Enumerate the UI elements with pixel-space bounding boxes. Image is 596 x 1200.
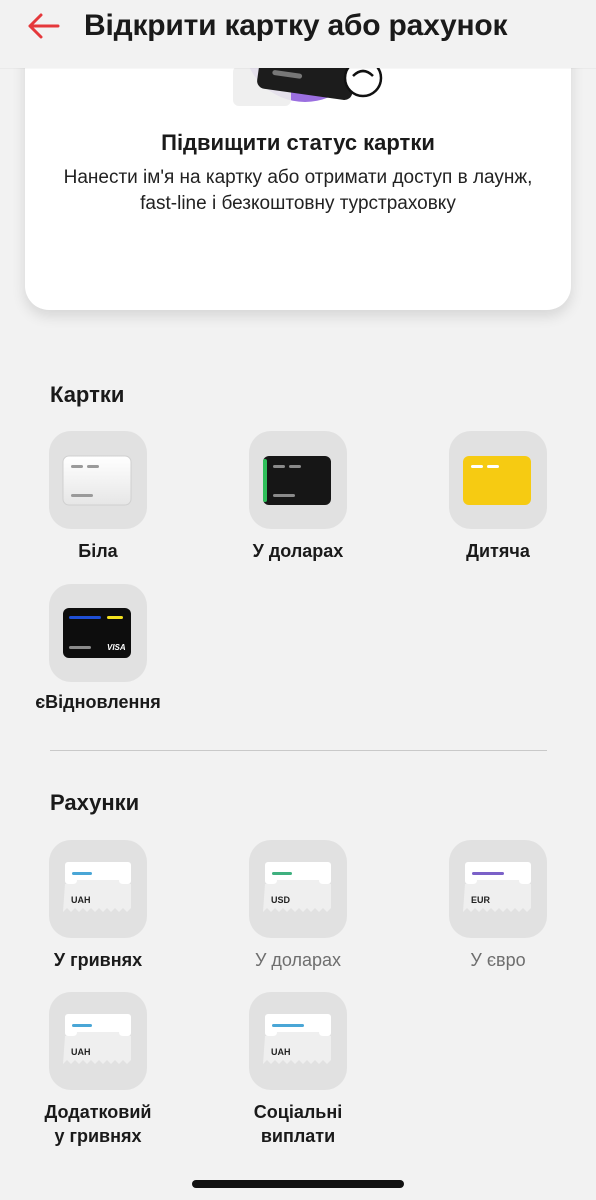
- account-option-label: У доларах: [254, 950, 342, 970]
- account-option-additional-uah[interactable]: UAH Додатковий у гривнях: [18, 992, 178, 1150]
- yellow-card-icon: [449, 431, 547, 529]
- account-option-label: У євро: [470, 950, 526, 970]
- account-option-label-line1: Додатковий: [44, 1102, 152, 1122]
- account-option-label-line2: виплати: [260, 1126, 336, 1146]
- section-divider: [50, 750, 547, 751]
- white-card-icon: [49, 431, 147, 529]
- card-option-kids[interactable]: Дитяча: [418, 431, 578, 565]
- page-title: Відкрити картку або рахунок: [84, 9, 508, 42]
- svg-text:UAH: UAH: [271, 1047, 291, 1057]
- card-option-label: Біла: [78, 541, 118, 561]
- arrow-left-icon: [28, 13, 60, 39]
- account-option-label: Додатковий у гривнях: [18, 1100, 178, 1148]
- account-receipt-icon: UAH: [49, 992, 147, 1090]
- account-option-label: У гривнях: [53, 950, 143, 970]
- account-option-label: Соціальні виплати: [218, 1100, 378, 1148]
- cards-section-title: Картки: [50, 382, 125, 407]
- black-visa-card-icon: VISA: [49, 584, 147, 682]
- card-option-usd[interactable]: У доларах: [218, 431, 378, 565]
- card-option-label: єВідновлення: [35, 692, 161, 712]
- account-option-eur[interactable]: EUR У євро: [418, 840, 578, 974]
- promo-description: Нанести ім'я на картку або отримати дост…: [63, 167, 533, 214]
- accounts-section-title: Рахунки: [50, 790, 140, 815]
- card-option-erecovery[interactable]: VISA єВідновлення: [18, 584, 178, 718]
- svg-text:EUR: EUR: [471, 895, 491, 905]
- promo-title: Підвищити статус картки: [161, 130, 435, 155]
- account-receipt-icon: UAH: [49, 840, 147, 938]
- svg-text:UAH: UAH: [71, 895, 91, 905]
- account-receipt-icon: EUR: [449, 840, 547, 938]
- svg-text:USD: USD: [271, 895, 291, 905]
- card-option-label: У доларах: [252, 541, 344, 561]
- back-button[interactable]: [22, 8, 64, 44]
- card-option-label: Дитяча: [466, 541, 530, 561]
- account-option-usd[interactable]: USD У доларах: [218, 840, 378, 974]
- card-option-white[interactable]: Біла: [18, 431, 178, 565]
- svg-text:UAH: UAH: [71, 1047, 91, 1057]
- home-indicator[interactable]: [192, 1180, 404, 1188]
- account-receipt-icon: UAH: [249, 992, 347, 1090]
- account-option-label-line1: Соціальні: [253, 1102, 343, 1122]
- account-option-uah[interactable]: UAH У гривнях: [18, 840, 178, 974]
- account-receipt-icon: USD: [249, 840, 347, 938]
- account-option-social-payments[interactable]: UAH Соціальні виплати: [218, 992, 378, 1150]
- account-option-label-line2: у гривнях: [54, 1126, 142, 1146]
- upgrade-status-card[interactable]: Підвищити статус картки Нанести ім'я на …: [25, 30, 571, 310]
- black-card-green-stripe-icon: [249, 431, 347, 529]
- visa-logo: VISA: [107, 643, 126, 652]
- top-bar: Відкрити картку або рахунок: [0, 0, 596, 68]
